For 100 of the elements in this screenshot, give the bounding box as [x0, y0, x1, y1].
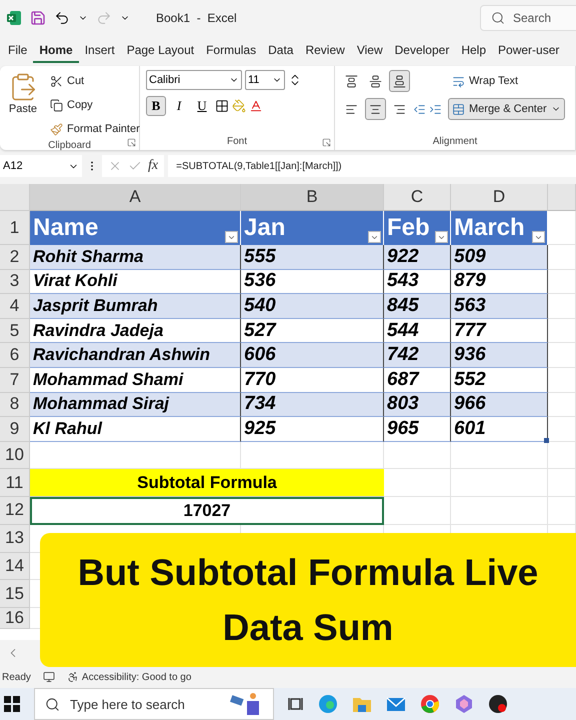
filter-button[interactable] — [532, 231, 545, 243]
ribbon-tab[interactable]: Home — [33, 39, 79, 63]
merge-icon — [452, 102, 465, 116]
font-color-icon — [249, 99, 263, 113]
filter-button[interactable] — [225, 231, 238, 243]
macro-icon — [42, 671, 55, 683]
column-header[interactable]: A — [30, 184, 241, 211]
cancel-icon — [108, 159, 122, 173]
wrap-text-button[interactable]: Wrap Text — [448, 70, 565, 92]
table-cell: 777 — [451, 318, 548, 344]
row-header[interactable]: 3 — [0, 270, 30, 294]
column-header[interactable]: C — [384, 184, 451, 211]
ribbon-tab[interactable]: View — [350, 39, 389, 63]
subtotal-value: 17027 — [30, 497, 384, 525]
row-header[interactable]: 16 — [0, 608, 30, 629]
align-button[interactable] — [365, 98, 386, 120]
table-header-cell: Name — [30, 211, 241, 245]
row-header[interactable]: 12 — [0, 497, 30, 525]
column-header[interactable]: B — [241, 184, 384, 211]
table-cell: 552 — [451, 368, 548, 393]
empty-cell — [384, 442, 451, 470]
ribbon-tab[interactable]: Insert — [78, 39, 121, 63]
table-cell: Ravichandran Ashwin — [30, 343, 241, 368]
table-cell: 555 — [241, 245, 384, 270]
windows-start-icon[interactable] — [4, 696, 20, 712]
table-cell: Virat Kohli — [30, 270, 241, 294]
task-view-icon[interactable] — [288, 696, 304, 712]
search-field[interactable]: Search — [480, 5, 576, 31]
align-icon — [345, 102, 358, 116]
row-header[interactable]: 10 — [0, 442, 30, 470]
row-header[interactable]: 2 — [0, 245, 30, 270]
font-style-button[interactable]: B — [146, 96, 166, 116]
undo-icon — [54, 10, 70, 26]
excel-logo-icon — [6, 10, 22, 26]
name-box[interactable]: A12 — [0, 155, 82, 177]
row-header[interactable]: 7 — [0, 368, 30, 393]
table-cell: Kl Rahul — [30, 417, 241, 442]
format-painter-button[interactable]: Format Painter — [46, 118, 144, 140]
table-cell: 527 — [241, 318, 384, 344]
row-header[interactable]: 9 — [0, 417, 30, 442]
borders-icon — [215, 99, 229, 113]
mail-icon[interactable] — [386, 696, 406, 712]
cut-button[interactable]: Cut — [46, 70, 144, 92]
row-header[interactable]: 6 — [0, 343, 30, 368]
browser-icon[interactable] — [318, 694, 338, 714]
table-header-cell: Feb — [384, 211, 451, 245]
resize-handle[interactable] — [544, 438, 549, 443]
table-cell: 563 — [451, 294, 548, 319]
ribbon-tab[interactable]: Power-user — [492, 39, 566, 63]
row-header[interactable]: 5 — [0, 318, 30, 344]
table-cell: 509 — [451, 245, 548, 270]
row-header[interactable]: 4 — [0, 294, 30, 319]
row-header[interactable]: 13 — [0, 524, 30, 552]
font-style-button[interactable]: U — [192, 96, 212, 116]
row-header[interactable]: 14 — [0, 552, 30, 580]
formula-field[interactable]: =SUBTOTAL(9,Table1[[Jan]:[March]]) — [168, 155, 576, 177]
table-cell: 536 — [241, 270, 384, 294]
paintbrush-icon — [50, 122, 63, 136]
filter-button[interactable] — [368, 231, 381, 243]
ribbon-tab[interactable]: Formulas — [200, 39, 262, 63]
ribbon-tab[interactable]: File — [2, 39, 34, 63]
filter-button[interactable] — [435, 231, 448, 243]
row-header[interactable]: 1 — [0, 211, 30, 245]
accessibility-icon — [66, 671, 79, 683]
table-cell: Ravindra Jadeja — [30, 318, 241, 344]
table-cell: 925 — [241, 417, 384, 442]
group-label: Font — [226, 136, 247, 147]
insert-function-button[interactable]: fx — [148, 158, 158, 174]
ribbon-tab[interactable]: Help — [455, 39, 492, 63]
table-cell: 803 — [384, 392, 451, 418]
save-icon[interactable] — [30, 10, 46, 26]
chrome-icon[interactable] — [420, 694, 440, 714]
copilot-icon[interactable] — [454, 694, 474, 714]
group-label: Clipboard — [48, 140, 91, 151]
indent-icon — [429, 102, 442, 116]
copy-icon — [50, 98, 63, 112]
copy-button[interactable]: Copy — [46, 94, 144, 116]
row-header[interactable]: 8 — [0, 392, 30, 418]
font-name-field[interactable]: Calibri — [146, 70, 242, 90]
align-icon — [369, 102, 382, 116]
ribbon-tab[interactable]: Page Layout — [120, 39, 200, 63]
row-header[interactable]: 15 — [0, 580, 30, 608]
empty-cell — [548, 442, 576, 470]
ribbon-tab[interactable]: Developer — [388, 39, 456, 63]
align-button[interactable] — [389, 70, 410, 92]
font-style-button[interactable]: I — [169, 96, 189, 116]
taskbar-search-field[interactable]: Type here to search — [34, 688, 274, 720]
folder-icon[interactable] — [352, 695, 372, 713]
merge-center-button[interactable]: Merge & Center — [448, 98, 565, 120]
font-size-field[interactable]: 11 — [245, 70, 285, 90]
table-cell: Mohammad Siraj — [30, 392, 241, 418]
ribbon-tab[interactable]: Data — [262, 39, 300, 63]
recorder-icon[interactable] — [488, 694, 508, 714]
accessibility-status[interactable]: Accessibility: Good to go — [82, 672, 192, 682]
table-cell: 734 — [241, 392, 384, 418]
column-header[interactable]: D — [451, 184, 548, 211]
row-header[interactable]: 11 — [0, 469, 30, 498]
paste-button[interactable]: Paste — [6, 70, 40, 140]
align-icon — [393, 74, 406, 88]
ribbon-tab[interactable]: Review — [299, 39, 351, 63]
